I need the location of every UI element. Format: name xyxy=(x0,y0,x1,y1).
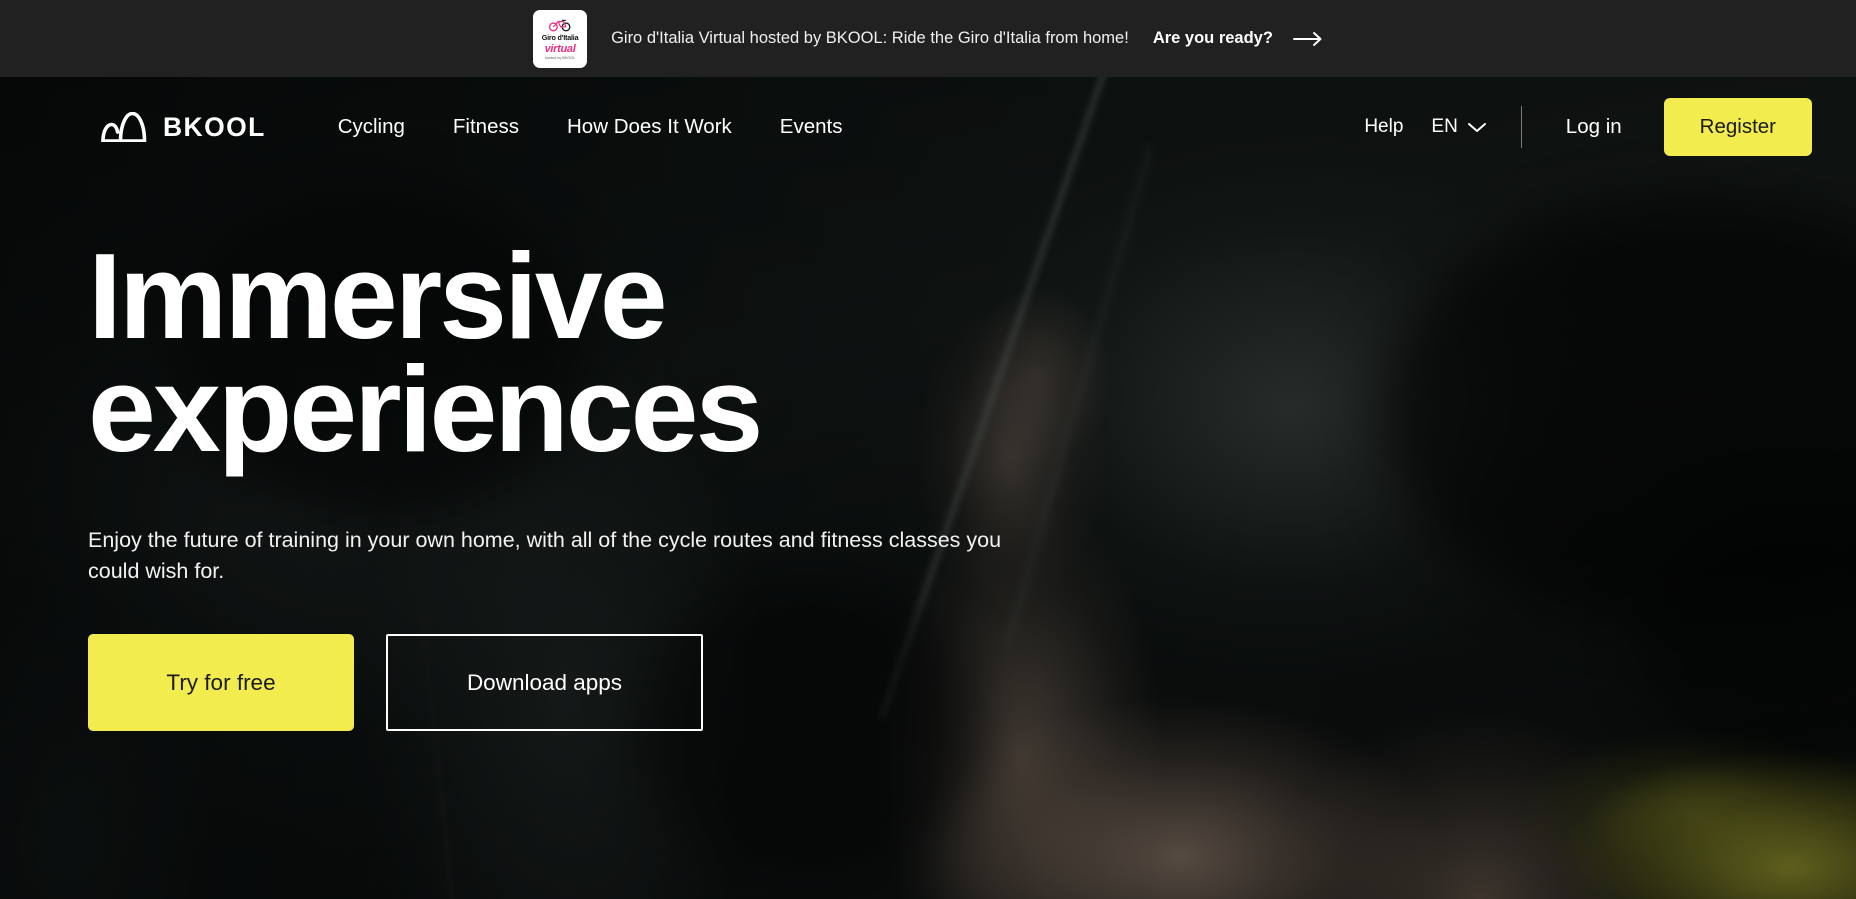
nav-divider xyxy=(1520,106,1522,148)
main-navigation: BKOOL Cycling Fitness How Does It Work E… xyxy=(0,77,1856,177)
download-apps-button[interactable]: Download apps xyxy=(386,634,703,732)
promo-cta-link[interactable]: Are you ready? xyxy=(1153,29,1273,48)
bkool-mountain-logo-icon xyxy=(101,112,147,142)
nav-item-fitness[interactable]: Fitness xyxy=(429,116,543,138)
hero-section: BKOOL Cycling Fitness How Does It Work E… xyxy=(0,77,1856,899)
promo-message: Giro d'Italia Virtual hosted by BKOOL: R… xyxy=(611,29,1129,48)
hero-subtitle: Enjoy the future of training in your own… xyxy=(88,527,1002,583)
giro-badge-virtual: virtual xyxy=(544,42,576,55)
bicycle-icon xyxy=(548,20,571,32)
giro-ditalia-virtual-badge[interactable]: Giro d'Italia virtual hosted by BKOOL xyxy=(533,9,588,68)
nav-item-how-does-it-work[interactable]: How Does It Work xyxy=(543,116,756,138)
try-for-free-button[interactable]: Try for free xyxy=(88,634,354,732)
arrow-right-icon[interactable] xyxy=(1292,31,1323,47)
nav-links: Cycling Fitness How Does It Work Events xyxy=(314,116,867,138)
promo-banner-content: Giro d'Italia virtual hosted by BKOOL Gi… xyxy=(533,9,1323,68)
bkool-wordmark: BKOOL xyxy=(163,111,266,142)
register-button[interactable]: Register xyxy=(1663,97,1812,157)
nav-right-group: Help EN Log in Register xyxy=(1348,97,1812,157)
nav-item-events[interactable]: Events xyxy=(756,116,867,138)
promo-banner: Giro d'Italia virtual hosted by BKOOL Gi… xyxy=(0,0,1856,77)
chevron-down-icon xyxy=(1467,123,1486,132)
hero-content: Immersive experiences Enjoy the future o… xyxy=(88,228,1188,732)
hero-title: Immersive experiences xyxy=(88,228,763,478)
help-link[interactable]: Help xyxy=(1348,116,1419,138)
giro-badge-host: hosted by BKOOL xyxy=(544,56,576,61)
login-link[interactable]: Log in xyxy=(1544,115,1644,139)
language-value: EN xyxy=(1431,116,1458,137)
bkool-logo[interactable]: BKOOL xyxy=(100,112,266,142)
nav-item-cycling[interactable]: Cycling xyxy=(314,116,429,138)
giro-badge-name: Giro d'Italia xyxy=(541,33,579,43)
language-selector[interactable]: EN xyxy=(1419,116,1498,138)
hero-actions: Try for free Download apps xyxy=(88,634,1188,732)
